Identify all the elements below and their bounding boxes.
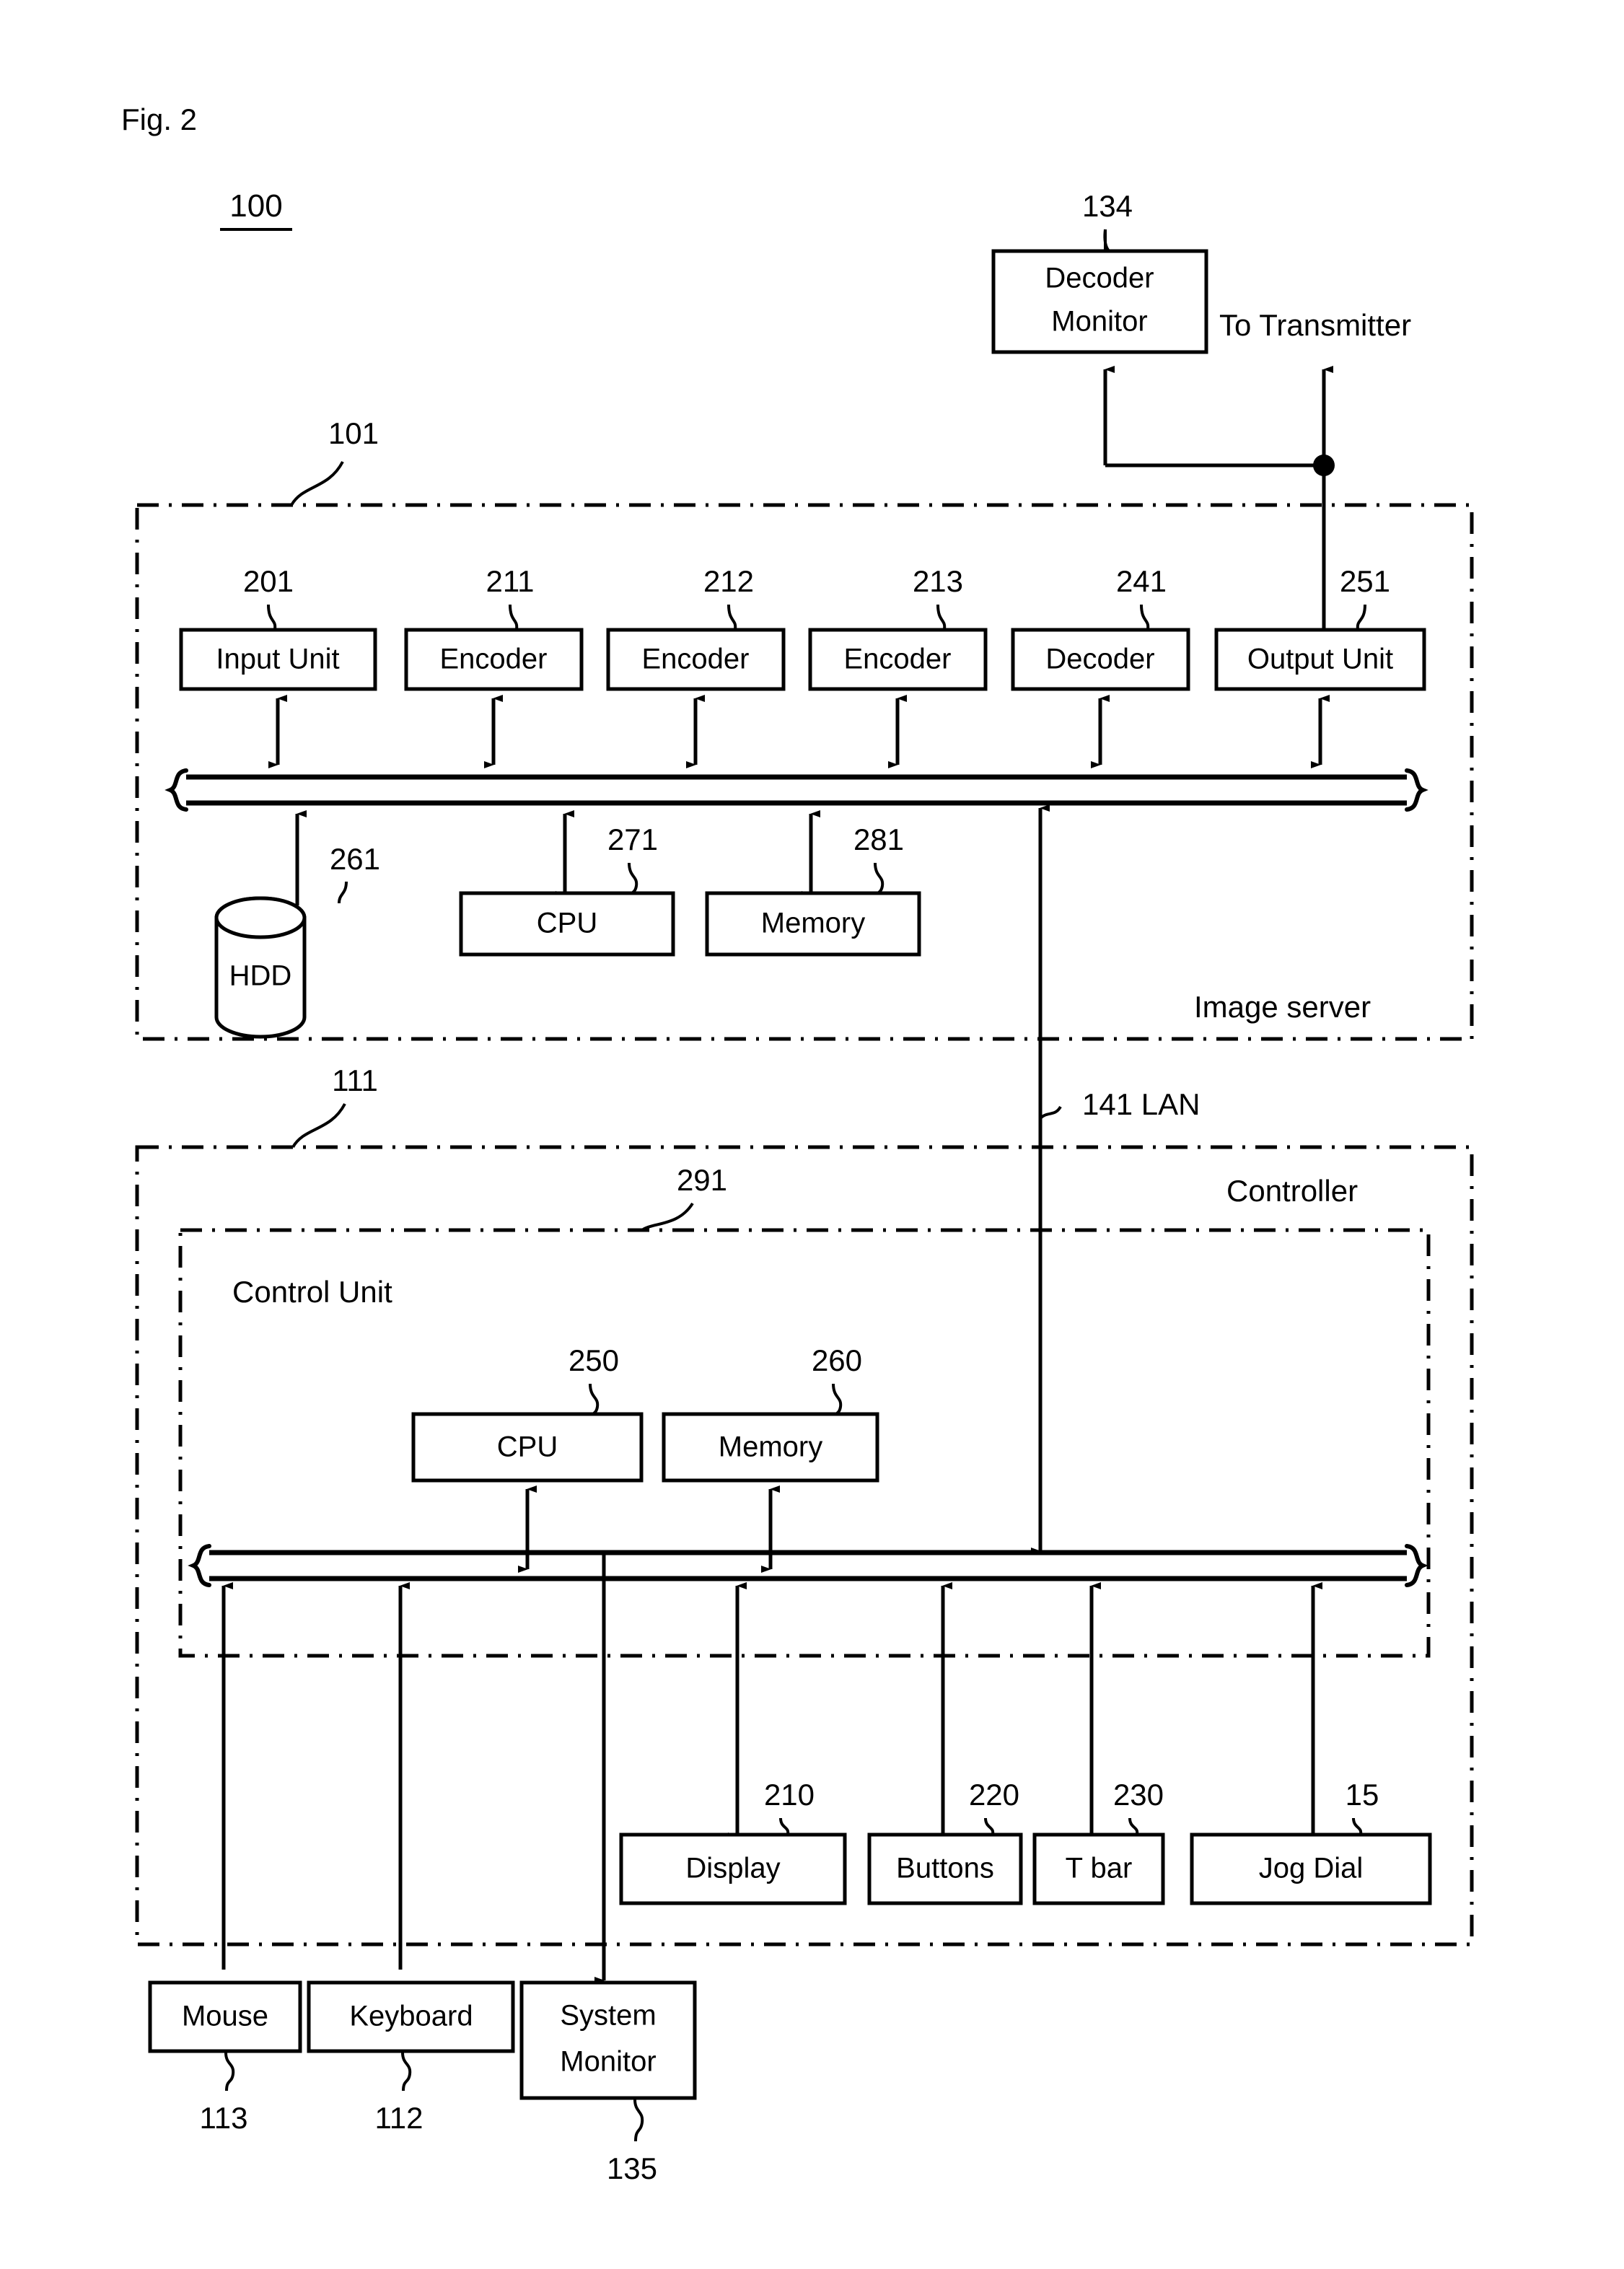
leader-display [779, 1817, 790, 1835]
ref-hdd: 261 [330, 842, 380, 876]
ref-encoder-213: 213 [913, 564, 963, 598]
box-encoder-212-label: Encoder [642, 644, 750, 675]
controller-bus [188, 1544, 1428, 1587]
box-encoder-213-label: Encoder [844, 644, 952, 675]
box-decoder-monitor-label-1: Decoder [1045, 263, 1154, 294]
controller-boundary [135, 1145, 1474, 1947]
to-transmitter-label: To Transmitter [1219, 308, 1411, 342]
box-mouse-label: Mouse [182, 2001, 268, 2032]
ref-cpu-271: 271 [607, 822, 658, 856]
ref-encoder-212: 212 [703, 564, 754, 598]
box-keyboard-label: Keyboard [349, 2001, 473, 2032]
ref-memory-260: 260 [812, 1343, 862, 1377]
ref-cpu-250: 250 [569, 1343, 619, 1377]
box-system-monitor-label-1: System [560, 2000, 656, 2032]
box-jogdial-label: Jog Dial [1259, 1853, 1364, 1884]
cylinder-hdd-label: HDD [229, 960, 292, 992]
ref-system-monitor: 135 [607, 2151, 657, 2185]
image-server-boundary [135, 503, 1474, 1041]
image-server-bus [164, 768, 1428, 812]
ref-memory-281: 281 [853, 822, 904, 856]
box-output-unit-label: Output Unit [1247, 644, 1393, 675]
box-memory-260-label: Memory [719, 1431, 822, 1463]
leader-system-monitor [633, 2099, 644, 2142]
box-display-label: Display [685, 1853, 780, 1884]
ref-tbar: 230 [1113, 1778, 1164, 1812]
leader-buttons [984, 1817, 995, 1835]
diagram-canvas: Fig. 2 100 134 Decoder Monitor To Transm… [121, 102, 1474, 2185]
leader-keyboard [401, 2052, 412, 2092]
leader-hdd [338, 881, 348, 904]
leader-control-unit [641, 1202, 694, 1232]
box-buttons-label: Buttons [896, 1853, 994, 1884]
control-unit-region-label: Control Unit [232, 1275, 392, 1309]
ref-buttons: 220 [969, 1778, 1019, 1812]
box-decoder-241-label: Decoder [1045, 644, 1154, 675]
box-decoder-monitor-label-2: Monitor [1051, 306, 1147, 338]
system-number: 100 [229, 188, 282, 224]
box-system-monitor-label-2: Monitor [560, 2046, 656, 2078]
patent-figure: Fig. 2 100 134 Decoder Monitor To Transm… [0, 0, 1624, 2269]
box-memory-281-label: Memory [761, 908, 865, 939]
ref-input-unit: 201 [243, 564, 294, 598]
ref-controller: 111 [332, 1063, 378, 1097]
ref-jogdial: 15 [1346, 1778, 1379, 1812]
box-cpu-250-label: CPU [497, 1431, 558, 1463]
figure-title: Fig. 2 [121, 102, 197, 136]
ref-mouse: 113 [200, 2101, 248, 2135]
ref-control-unit: 291 [677, 1163, 727, 1197]
leader-lan [1039, 1105, 1062, 1120]
box-tbar-label: T bar [1066, 1853, 1133, 1884]
junction-dot [1313, 455, 1335, 476]
box-input-unit-label: Input Unit [216, 644, 339, 675]
ref-display: 210 [764, 1778, 815, 1812]
ref-output-unit: 251 [1340, 564, 1390, 598]
lan-label: 141 LAN [1082, 1087, 1200, 1121]
leader-mouse [224, 2052, 235, 2092]
leader-controller [291, 1103, 346, 1149]
ref-decoder-monitor: 134 [1082, 189, 1133, 223]
leader-jogdial [1352, 1817, 1363, 1835]
ref-encoder-211: 211 [486, 564, 535, 598]
box-encoder-211-label: Encoder [440, 644, 548, 675]
controller-region-label: Controller [1226, 1174, 1358, 1208]
ref-image-server: 101 [328, 416, 379, 450]
image-server-region-label: Image server [1194, 990, 1371, 1024]
leader-image-server [290, 461, 344, 506]
ref-decoder-241: 241 [1116, 564, 1167, 598]
ref-keyboard: 112 [375, 2101, 423, 2135]
box-cpu-271-label: CPU [537, 908, 597, 939]
leader-tbar [1128, 1817, 1139, 1835]
